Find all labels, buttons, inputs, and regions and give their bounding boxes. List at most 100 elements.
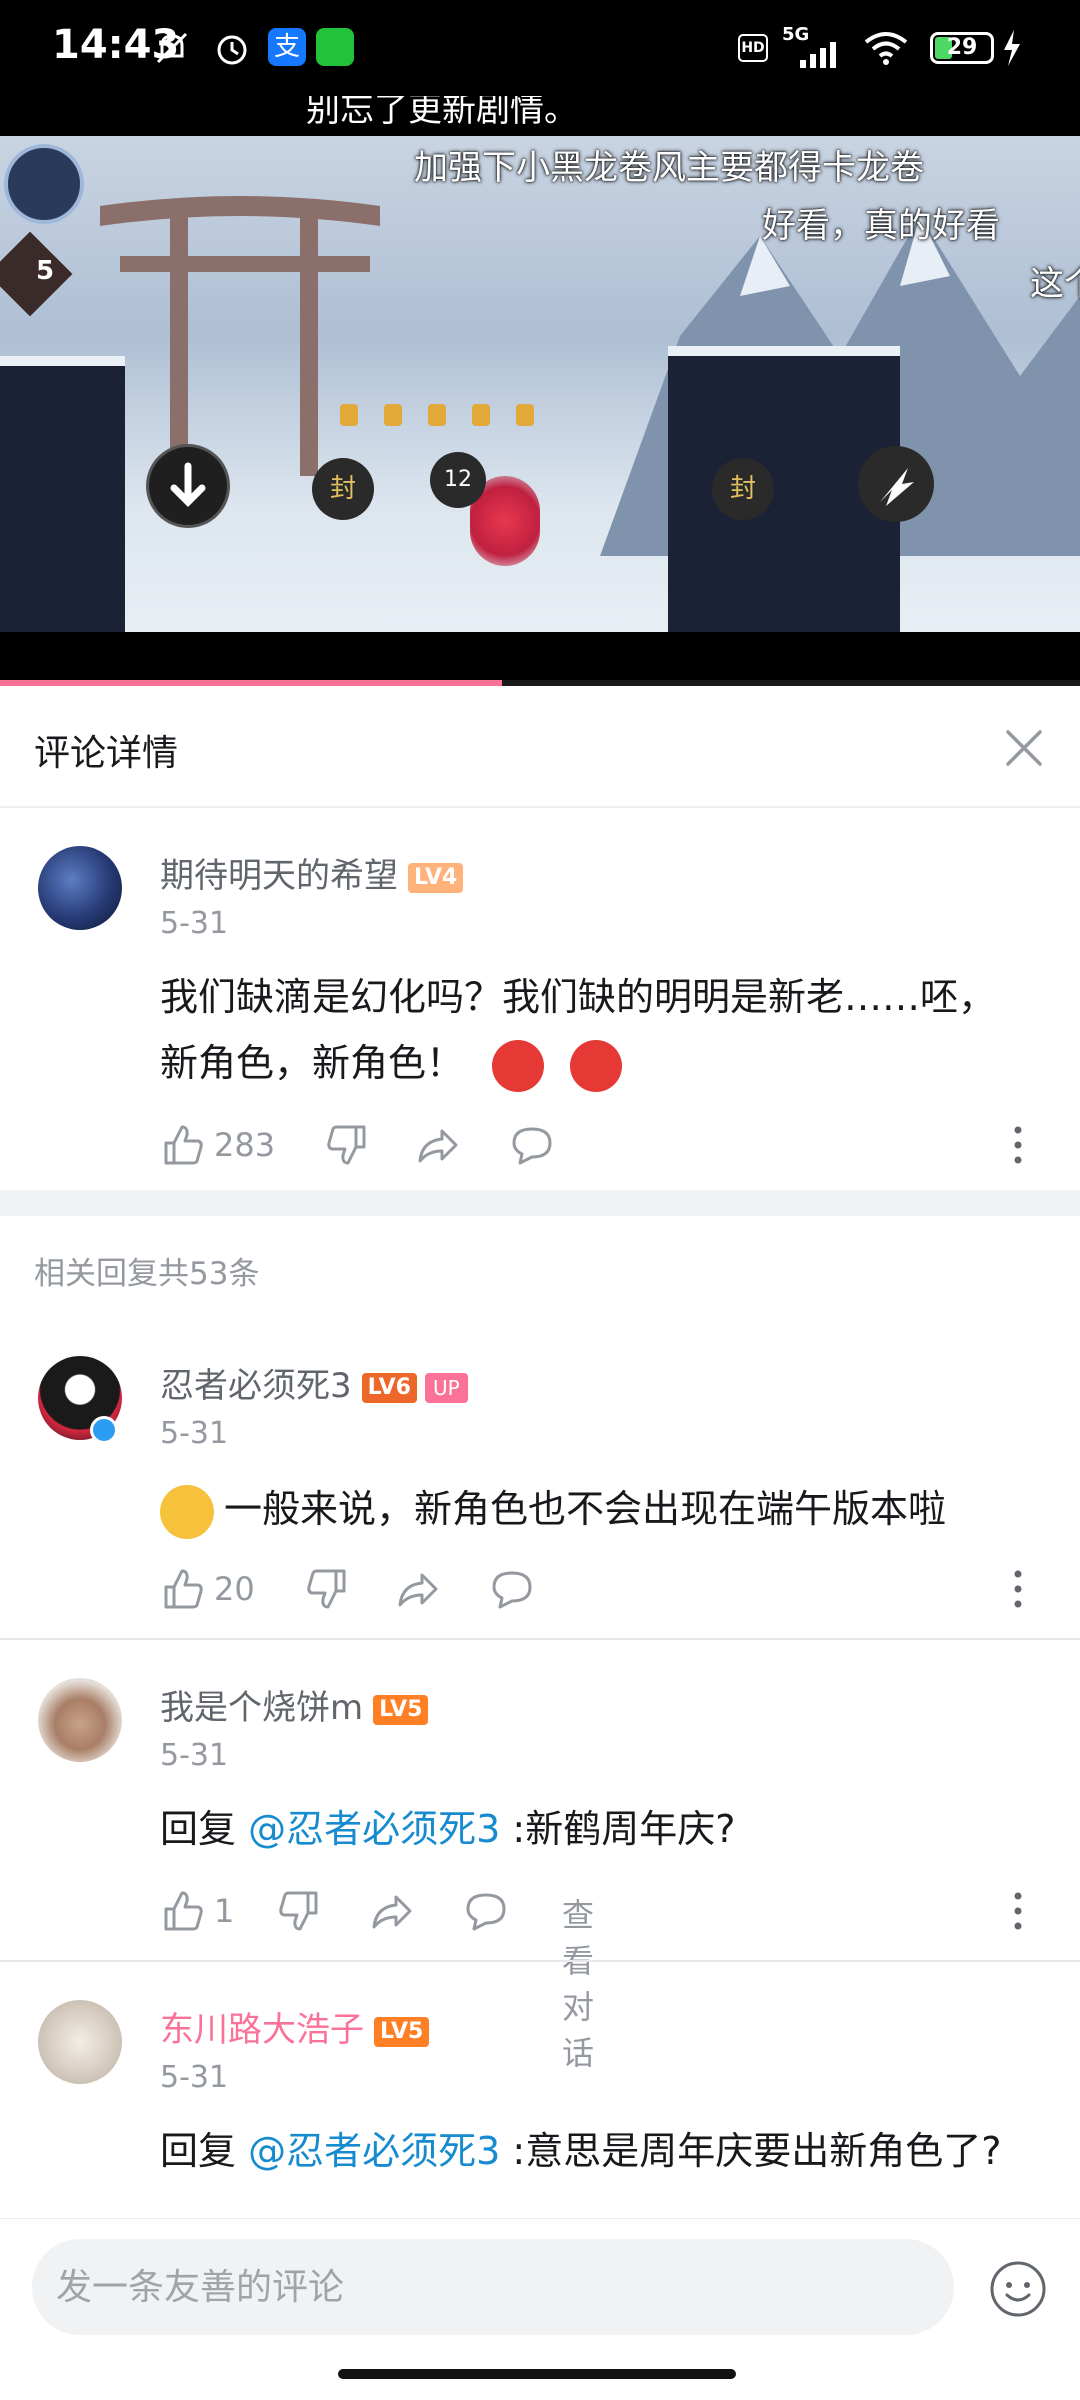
arrow-down-icon bbox=[170, 462, 206, 507]
wifi-icon bbox=[864, 32, 908, 65]
angry-emoji-icon bbox=[492, 1039, 545, 1092]
wechat-icon bbox=[316, 28, 354, 66]
reply-label: 回复 bbox=[160, 1807, 237, 1851]
like-button[interactable]: 20 bbox=[160, 1564, 255, 1614]
pillar-left bbox=[0, 356, 125, 632]
comment-input[interactable] bbox=[32, 2239, 954, 2335]
level-badge: LV5 bbox=[374, 2016, 430, 2047]
battery-indicator: 29 bbox=[930, 32, 994, 64]
avatar[interactable] bbox=[38, 2000, 122, 2084]
share-icon bbox=[398, 1573, 438, 1607]
comment-date: 5-31 bbox=[160, 906, 229, 941]
thinking-emoji-icon bbox=[160, 1484, 214, 1539]
reply-separator bbox=[0, 1960, 1080, 1962]
dislike-button[interactable] bbox=[278, 1886, 322, 1936]
video-player[interactable]: 5 封 12 封 别忘了更新剧情。 加强下小黑龙卷风主要都得卡龙卷 好看，真的好… bbox=[0, 96, 1080, 686]
like-count: 283 bbox=[214, 1126, 276, 1164]
reply-button[interactable] bbox=[490, 1564, 534, 1614]
view-conversation-link[interactable]: 查看对话 bbox=[562, 1890, 594, 2074]
status-bar: 14:43 支 HD 5G 29 bbox=[0, 0, 1080, 96]
comment-text: 回复 @忍者必须死3 :意思是周年庆要出新角色了? bbox=[160, 2118, 1020, 2216]
username[interactable]: 我是个烧饼m LV5 bbox=[160, 1680, 429, 1729]
share-icon bbox=[418, 1129, 458, 1163]
level-badge: LV6 bbox=[361, 1372, 417, 1403]
charging-icon bbox=[1004, 30, 1020, 66]
thumbs-up-icon bbox=[164, 1891, 203, 1931]
danmaku-2: 加强下小黑龙卷风主要都得卡龙卷 bbox=[414, 148, 924, 188]
level-badge: LV5 bbox=[373, 1694, 429, 1725]
comment-body: :意思是周年庆要出新角色了? bbox=[512, 2129, 1002, 2173]
username-text[interactable]: 忍者必须死3 bbox=[160, 1366, 352, 1406]
comment-body: :新鹤周年庆? bbox=[512, 1807, 736, 1851]
username-text[interactable]: 我是个烧饼m bbox=[160, 1688, 363, 1728]
username[interactable]: 忍者必须死3 LV6 UP bbox=[160, 1358, 468, 1407]
alipay-icon: 支 bbox=[268, 28, 306, 66]
mention-link[interactable]: @忍者必须死3 bbox=[248, 1807, 500, 1851]
dislike-button[interactable] bbox=[326, 1120, 370, 1170]
reply-label: 回复 bbox=[160, 2129, 237, 2173]
angry-emoji-icon bbox=[570, 1039, 623, 1092]
reply-button[interactable] bbox=[510, 1120, 554, 1170]
username[interactable]: 东川路大浩子 LV5 bbox=[160, 2002, 430, 2051]
mute-icon bbox=[156, 32, 188, 64]
danmaku-1: 别忘了更新剧情。 bbox=[306, 96, 578, 130]
coin-row bbox=[340, 404, 540, 426]
replies-count: 相关回复共53条 bbox=[34, 1256, 260, 1292]
comment-text: 回复 @忍者必须死3 :新鹤周年庆? bbox=[160, 1796, 1020, 1862]
thumbs-up-icon bbox=[164, 1569, 203, 1609]
thumbs-up-icon bbox=[164, 1125, 203, 1165]
seal-skill-2[interactable]: 封 bbox=[712, 458, 774, 520]
dash-button[interactable] bbox=[858, 446, 934, 522]
avatar[interactable] bbox=[38, 846, 122, 930]
verified-icon bbox=[90, 1416, 118, 1444]
seal-skill-1[interactable]: 封 bbox=[312, 458, 374, 520]
thumbs-down-icon bbox=[307, 1569, 346, 1609]
hd-icon: HD bbox=[738, 34, 768, 62]
comment-date: 5-31 bbox=[160, 2060, 229, 2095]
thumbs-down-icon bbox=[279, 1891, 318, 1931]
avatar[interactable] bbox=[38, 1678, 122, 1762]
username[interactable]: 期待明天的希望 LV4 bbox=[160, 848, 464, 897]
username-text[interactable]: 期待明天的希望 bbox=[160, 856, 398, 896]
comment-input-bar bbox=[0, 2218, 1080, 2400]
mention-link[interactable]: @忍者必须死3 bbox=[248, 2129, 500, 2173]
close-icon[interactable] bbox=[1000, 724, 1048, 772]
emoji-icon[interactable] bbox=[988, 2259, 1048, 2319]
comment-bubble-icon bbox=[492, 1571, 532, 1609]
share-button[interactable] bbox=[416, 1120, 460, 1170]
slide-button[interactable] bbox=[146, 444, 230, 528]
comment-date: 5-31 bbox=[160, 1738, 229, 1773]
username-text[interactable]: 东川路大浩子 bbox=[160, 2010, 364, 2050]
comment-bubble-icon bbox=[466, 1893, 506, 1931]
comment-date: 5-31 bbox=[160, 1416, 229, 1451]
combo-counter: 12 bbox=[430, 452, 486, 508]
home-indicator[interactable] bbox=[338, 2369, 736, 2379]
comment-bubble-icon bbox=[512, 1127, 552, 1165]
share-button[interactable] bbox=[370, 1886, 414, 1936]
page-title: 评论详情 bbox=[34, 733, 179, 774]
dislike-button[interactable] bbox=[306, 1564, 350, 1614]
more-options-icon[interactable] bbox=[1010, 1564, 1026, 1614]
up-badge: UP bbox=[424, 1372, 468, 1403]
danmaku-4: 这个 bbox=[1030, 264, 1080, 304]
player-portrait bbox=[4, 144, 84, 224]
reply-separator bbox=[0, 1638, 1080, 1640]
reply-button[interactable] bbox=[464, 1886, 508, 1936]
comment-detail-header: 评论详情 bbox=[0, 686, 1080, 808]
like-button[interactable]: 283 bbox=[160, 1120, 275, 1170]
share-icon bbox=[372, 1895, 412, 1929]
torii-gate bbox=[100, 196, 380, 476]
level-badge: LV4 bbox=[408, 862, 464, 893]
thumbs-down-icon bbox=[327, 1125, 366, 1165]
level-badge: 5 bbox=[36, 256, 55, 286]
more-options-icon[interactable] bbox=[1010, 1120, 1026, 1170]
comment-body: 一般来说，新角色也不会出现在端午版本啦 bbox=[224, 1487, 947, 1531]
alarm-icon bbox=[217, 35, 247, 65]
dash-icon bbox=[880, 468, 914, 506]
comment-text: 我们缺滴是幻化吗？我们缺的明明是新老……呸，新角色，新角色！ bbox=[160, 964, 1020, 1096]
share-button[interactable] bbox=[396, 1564, 440, 1614]
section-divider bbox=[0, 1190, 1080, 1216]
like-button[interactable]: 1 bbox=[160, 1886, 234, 1936]
more-options-icon[interactable] bbox=[1010, 1886, 1026, 1936]
like-count: 1 bbox=[214, 1892, 235, 1930]
